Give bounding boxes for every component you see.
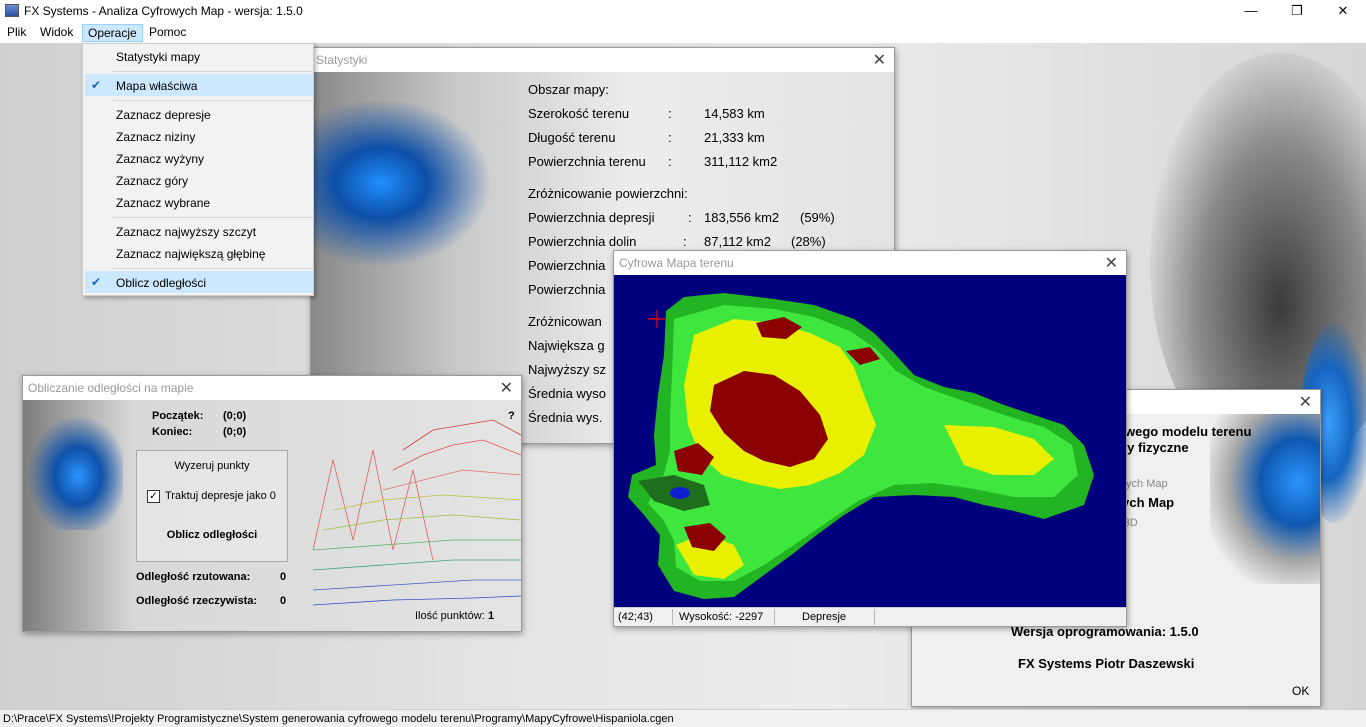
map-title-bar: Cyfrowa Mapa terenu ✕ [614, 251, 1126, 275]
statistics-title-bar: Statystyki ✕ [311, 48, 894, 72]
max-depth-label: Największa g [528, 338, 605, 353]
length-sep: : [668, 130, 672, 145]
statistics-close-button[interactable]: ✕ [873, 50, 886, 70]
compute-distance-button[interactable]: Oblicz odległości [137, 529, 287, 541]
depression-sep: : [688, 210, 692, 225]
about-line-1: rowego modelu terenu [1112, 424, 1252, 439]
menu-pomoc[interactable]: Pomoc [144, 24, 191, 42]
menu-widok[interactable]: Widok [35, 24, 78, 42]
title-bar: FX Systems - Analiza Cyfrowych Map - wer… [0, 0, 1366, 22]
depression-pct: (59%) [800, 210, 835, 225]
area-sep: : [668, 154, 672, 169]
check-icon: ✔ [91, 78, 102, 92]
projected-distance-value: 0 [280, 571, 287, 583]
about-ok-button[interactable]: OK [1292, 684, 1309, 698]
valley-label: Powierzchnia dolin [528, 234, 637, 249]
app-title: FX Systems - Analiza Cyfrowych Map - wer… [24, 4, 303, 18]
real-distance-value: 0 [280, 595, 287, 607]
distance-window: Obliczanie odległości na mapie ✕ Począte… [22, 375, 522, 632]
start-label: Początek: [152, 410, 204, 422]
map-height: Wysokość: -2297 [679, 611, 764, 623]
menu-item-niziny[interactable]: Zaznacz niziny [116, 130, 195, 144]
avg-height-label: Średnia wyso [528, 386, 607, 401]
points-count-value: 1 [488, 610, 495, 622]
menu-item-statystyki[interactable]: Statystyki mapy [116, 50, 200, 64]
menu-item-depresje[interactable]: Zaznacz depresje [116, 108, 211, 122]
distance-eye-image [23, 410, 123, 530]
about-eye-image [1210, 414, 1320, 584]
start-value: (0;0) [223, 410, 247, 422]
upland-label: Powierzchnia [528, 258, 606, 273]
valley-pct: (28%) [791, 234, 826, 249]
file-path: D:\Prace\FX Systems\!Projekty Programist… [3, 713, 674, 725]
menu-item-wyzyny[interactable]: Zaznacz wyżyny [116, 152, 204, 166]
end-label: Koniec: [152, 426, 193, 438]
mountain-label: Powierzchnia [528, 282, 606, 297]
menu-item-najwyzszy-szczyt[interactable]: Zaznacz najwyższy szczyt [116, 225, 256, 239]
map-status-bar: (42;43) Wysokość: -2297 Depresje [614, 607, 1126, 626]
variation-label: Zróżnicowan [528, 314, 602, 329]
map-close-button[interactable]: ✕ [1105, 253, 1118, 273]
terrain-map-canvas[interactable] [614, 275, 1126, 607]
menu-plik[interactable]: Plik [2, 24, 31, 42]
minimize-button[interactable]: — [1228, 0, 1274, 22]
distance-title-bar: Obliczanie odległości na mapie ✕ [23, 376, 521, 400]
depression-value: 183,556 km2 [704, 210, 780, 225]
options-group: Wyzeruj punkty ✓ Traktuj depresje jako 0… [136, 450, 288, 562]
hispaniola-map[interactable] [614, 275, 1126, 607]
check-icon: ✔ [91, 275, 102, 289]
width-label: Szerokość terenu [528, 106, 630, 121]
avg-height-2-label: Średnia wys. [528, 410, 603, 425]
maximize-button[interactable]: ❐ [1274, 0, 1320, 22]
statistics-title: Statystyki [316, 53, 368, 67]
distance-body: Początek: (0;0) Koniec: (0;0) ? Wyzeruj … [23, 400, 521, 631]
about-company: FX Systems Piotr Daszewski [1018, 656, 1195, 671]
help-button[interactable]: ? [508, 410, 515, 422]
length-value: 21,333 km [704, 130, 765, 145]
area-label: Powierzchnia terenu [528, 154, 646, 169]
width-value: 14,583 km [704, 106, 765, 121]
valley-value: 87,112 km2 [704, 234, 771, 249]
reset-points-button[interactable]: Wyzeruj punkty [137, 460, 287, 472]
valley-sep: : [683, 234, 687, 249]
end-value: (0;0) [223, 426, 247, 438]
menu-item-oblicz-odleglosci[interactable]: Oblicz odległości [116, 276, 206, 290]
menu-item-wybrane[interactable]: Zaznacz wybrane [116, 196, 210, 210]
treat-depressions-checkbox[interactable]: ✓ [147, 490, 160, 503]
operacje-dropdown: Statystyki mapy ✔ Mapa właściwa Zaznacz … [82, 43, 314, 296]
depression-label: Powierzchnia depresji [528, 210, 655, 225]
menu-operacje[interactable]: Operacje [82, 24, 143, 42]
menu-item-mapa-wlasciwa[interactable]: Mapa właściwa [116, 79, 197, 93]
treat-depressions-label: Traktuj depresje jako 0 [165, 490, 276, 502]
width-sep: : [668, 106, 672, 121]
app-icon [5, 4, 19, 17]
distance-close-button[interactable]: ✕ [500, 378, 513, 398]
points-count-label: Ilość punktów: [415, 610, 485, 622]
terrain-map-window: Cyfrowa Mapa terenu ✕ (42;43) Wysokość: … [613, 250, 1127, 627]
projected-distance-label: Odległość rzutowana: [136, 571, 251, 583]
distance-title: Obliczanie odległości na mapie [28, 381, 194, 395]
lake [670, 487, 690, 499]
menu-bar: Plik Widok Operacje Pomoc [0, 22, 1366, 43]
map-coord: (42;43) [618, 611, 653, 623]
length-label: Długość terenu [528, 130, 616, 145]
area-value: 311,112 km2 [704, 154, 778, 169]
area-header: Obszar mapy: [528, 82, 609, 97]
status-bar: D:\Prace\FX Systems\!Projekty Programist… [0, 709, 1366, 727]
diff-header: Zróżnicowanie powierzchni: [528, 186, 688, 201]
eye-image [311, 102, 511, 282]
real-distance-label: Odległość rzeczywista: [136, 595, 258, 607]
about-close-button[interactable]: ✕ [1299, 392, 1312, 412]
map-class: Depresje [802, 611, 847, 623]
wireframe-image [312, 419, 521, 606]
menu-item-najwieksza-glebina[interactable]: Zaznacz największą głębinę [116, 247, 265, 261]
position-marker [648, 310, 666, 328]
max-peak-label: Najwyższy sz [528, 362, 607, 377]
close-button[interactable]: ✕ [1320, 0, 1366, 22]
map-title: Cyfrowa Mapa terenu [619, 256, 734, 270]
menu-item-gory[interactable]: Zaznacz góry [116, 174, 188, 188]
